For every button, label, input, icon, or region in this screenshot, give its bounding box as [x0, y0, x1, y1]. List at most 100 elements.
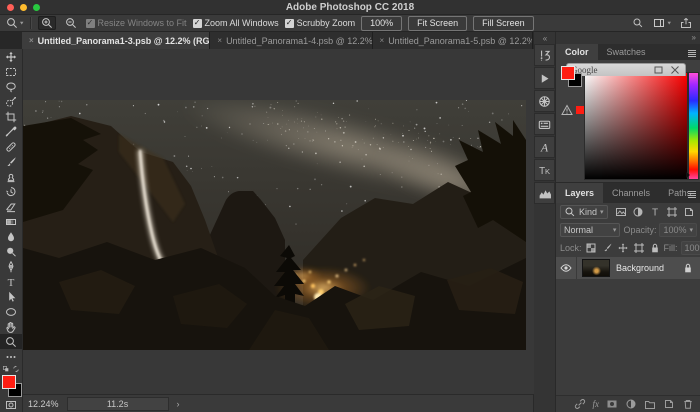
workspace-switcher[interactable]: ▾: [653, 17, 671, 29]
default-colors-icon[interactable]: [2, 365, 10, 373]
tool-spot-healing-brush[interactable]: [0, 139, 22, 154]
actual-pixels-button[interactable]: 100%: [361, 16, 402, 31]
zoom-in-button[interactable]: [38, 16, 56, 30]
document-canvas-image[interactable]: [23, 100, 526, 350]
close-icon[interactable]: [669, 64, 681, 76]
tool-hand[interactable]: [0, 319, 22, 334]
add-mask-icon[interactable]: [606, 398, 618, 410]
layer-thumbnail[interactable]: [582, 259, 610, 277]
blend-mode-value: Normal: [564, 225, 593, 235]
tool-pen[interactable]: [0, 259, 22, 274]
tab-close-icon[interactable]: ×: [380, 36, 385, 45]
timing-indicator[interactable]: 11.2s: [67, 397, 169, 411]
zoom-tool-preset[interactable]: ▾: [6, 17, 24, 29]
restore-window-icon[interactable]: [653, 64, 665, 76]
fill-screen-button[interactable]: Fill Screen: [473, 16, 534, 31]
lock-transparency-icon[interactable]: [585, 242, 597, 254]
opacity-dropdown[interactable]: 100% ▾: [659, 223, 697, 237]
tab-color[interactable]: Color: [556, 44, 598, 60]
tool-rectangular-marquee[interactable]: [0, 64, 22, 79]
lock-all-icon[interactable]: [649, 242, 661, 254]
collapse-dock-button[interactable]: «: [534, 32, 555, 44]
tab-layers[interactable]: Layers: [556, 183, 603, 203]
tool-lasso[interactable]: [0, 79, 22, 94]
brush-settings-panel-icon[interactable]: [534, 44, 555, 66]
share-icon[interactable]: [680, 17, 692, 29]
saturation-brightness-field[interactable]: [585, 73, 687, 179]
filter-adjustment-layers-icon[interactable]: [632, 206, 644, 218]
swap-colors-icon[interactable]: [12, 365, 20, 373]
document-tab-1[interactable]: ×Untitled_Panorama1-3.psb @ 12.2% (RGB/1…: [22, 32, 210, 49]
foreground-color-swatch[interactable]: [561, 66, 575, 80]
google-floating-window[interactable]: Google: [566, 63, 686, 76]
histogram-panel-icon[interactable]: [534, 182, 555, 204]
tab-close-icon[interactable]: ×: [217, 36, 222, 45]
scrubby-zoom-checkbox[interactable]: ✓ Scrubby Zoom: [285, 18, 356, 28]
tool-move[interactable]: [0, 49, 22, 64]
zoom-all-windows-checkbox[interactable]: ✓ Zoom All Windows: [193, 18, 279, 28]
filter-pixel-layers-icon[interactable]: [615, 206, 627, 218]
navigator-panel-icon[interactable]: [534, 90, 555, 112]
resize-windows-checkbox[interactable]: ✓ Resize Windows to Fit: [86, 18, 187, 28]
gamut-warning[interactable]: [561, 104, 584, 116]
tool-dodge[interactable]: [0, 244, 22, 259]
tool-edit-toolbar[interactable]: [0, 349, 22, 364]
layer-name[interactable]: Background: [616, 263, 682, 273]
actions-panel-icon[interactable]: [534, 67, 555, 89]
tool-path-selection[interactable]: [0, 289, 22, 304]
document-tab-2[interactable]: ×Untitled_Panorama1-4.psb @ 12.2% (La…: [210, 32, 372, 49]
tool-ellipse[interactable]: [0, 304, 22, 319]
blend-mode-dropdown[interactable]: Normal ▾: [560, 223, 620, 237]
tool-history-brush[interactable]: [0, 184, 22, 199]
filter-shape-layers-icon[interactable]: [666, 206, 678, 218]
zoom-level-field[interactable]: 12.24%: [28, 399, 59, 409]
status-flyout-chevron-icon[interactable]: ›: [177, 399, 180, 409]
tab-close-icon[interactable]: ×: [29, 36, 34, 45]
notes-panel-icon[interactable]: [534, 113, 555, 135]
tool-brush[interactable]: [0, 154, 22, 169]
tool-eyedropper[interactable]: [0, 124, 22, 139]
tab-swatches[interactable]: Swatches: [598, 44, 655, 60]
new-adjustment-layer-icon[interactable]: [625, 398, 637, 410]
zoom-out-button[interactable]: [62, 16, 80, 30]
lock-artboard-icon[interactable]: [633, 242, 645, 254]
panel-menu-icon[interactable]: [686, 188, 698, 200]
layer-visibility-toggle[interactable]: [556, 257, 577, 279]
tab-channels[interactable]: Channels: [603, 183, 659, 203]
document-tab-3[interactable]: ×Untitled_Panorama1-5.psb @ 12.2% (ra…: [373, 32, 533, 49]
new-layer-icon[interactable]: [663, 398, 675, 410]
filter-kind-dropdown[interactable]: Kind ▾: [560, 205, 608, 219]
canvas-pasteboard[interactable]: [23, 49, 534, 394]
layers-panel: Layers Channels Paths Kind ▾ T: [556, 182, 700, 412]
layer-row-background[interactable]: Background: [556, 257, 700, 279]
tool-clone-stamp[interactable]: [0, 169, 22, 184]
lock-position-icon[interactable]: [617, 242, 629, 254]
tk-actions-panel-icon[interactable]: TK: [534, 159, 555, 181]
link-layers-icon[interactable]: [574, 398, 586, 410]
tool-quick-selection[interactable]: [0, 94, 22, 109]
tool-zoom[interactable]: [0, 334, 22, 349]
tool-eraser[interactable]: [0, 199, 22, 214]
tool-type[interactable]: T: [0, 274, 22, 289]
layer-style-icon[interactable]: fx: [593, 399, 600, 409]
filter-type-layers-icon[interactable]: T: [649, 206, 661, 218]
quick-mask-button[interactable]: [0, 399, 22, 411]
search-icon[interactable]: [632, 17, 644, 29]
tool-crop[interactable]: [0, 109, 22, 124]
fill-dropdown[interactable]: 100% ▾: [681, 241, 700, 255]
panel-menu-icon[interactable]: [686, 47, 698, 59]
lock-row: Lock: Fill: 100% ▾: [556, 239, 700, 257]
glyphs-panel-icon[interactable]: A: [534, 136, 555, 158]
new-group-icon[interactable]: [644, 398, 656, 410]
foreground-color-swatch[interactable]: [2, 375, 16, 389]
svg-text:K: K: [545, 167, 550, 176]
tool-blur[interactable]: [0, 229, 22, 244]
delete-layer-icon[interactable]: [682, 398, 694, 410]
hue-strip[interactable]: [689, 73, 698, 179]
tool-gradient[interactable]: [0, 214, 22, 229]
document-tab-bar: ×Untitled_Panorama1-3.psb @ 12.2% (RGB/1…: [0, 32, 533, 49]
fit-screen-button[interactable]: Fit Screen: [408, 16, 467, 31]
filter-smart-objects-icon[interactable]: [683, 206, 695, 218]
expand-dock-button[interactable]: »: [556, 32, 700, 44]
lock-pixels-icon[interactable]: [601, 242, 613, 254]
